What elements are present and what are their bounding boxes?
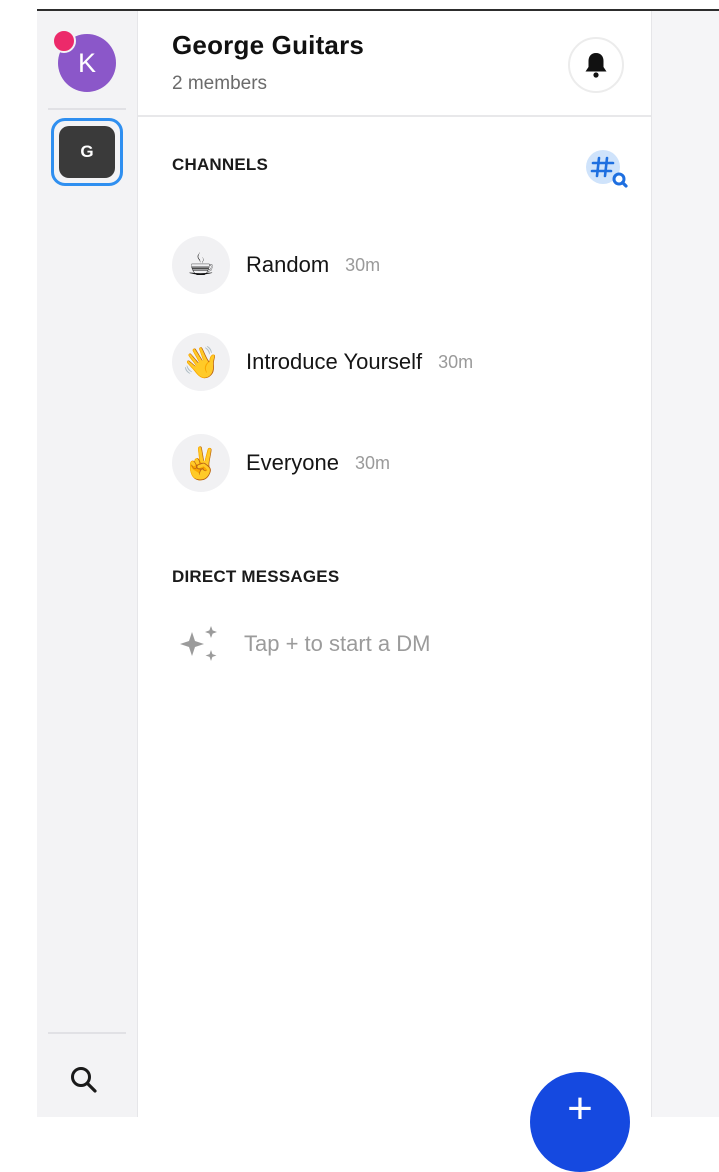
channel-time: 30m <box>354 452 390 473</box>
channels-heading: CHANNELS <box>172 155 269 174</box>
server-title: George Guitars <box>172 30 365 60</box>
server-initial: G <box>80 142 94 161</box>
notifications-button[interactable] <box>568 37 624 93</box>
channel-item-introduce-yourself[interactable]: 👋 Introduce Yourself 30m <box>172 332 632 392</box>
rail-divider <box>48 108 126 110</box>
channel-item-random[interactable]: ☕ Random 30m <box>172 235 632 295</box>
rail-divider-bottom <box>48 1032 126 1034</box>
server-george-guitars[interactable]: G <box>51 118 123 186</box>
channel-time: 30m <box>345 254 381 275</box>
hashtag-search-icon <box>586 150 628 188</box>
coffee-icon: ☕ <box>172 236 230 294</box>
header-divider <box>138 115 651 117</box>
member-count: 2 members <box>172 73 268 94</box>
victory-hand-icon: ✌️ <box>172 434 230 492</box>
search-button[interactable] <box>64 1060 104 1100</box>
channel-item-everyone[interactable]: ✌️ Everyone 30m <box>172 433 632 493</box>
server-icon: G <box>59 126 115 178</box>
notification-dot <box>52 29 76 53</box>
bell-icon <box>585 53 607 78</box>
dm-empty-state: Tap + to start a DM <box>178 622 430 666</box>
profile-initial: K <box>77 47 96 78</box>
channel-name: Introduce Yourself <box>246 349 423 374</box>
content-area <box>652 11 719 1117</box>
direct-messages-heading: DIRECT MESSAGES <box>172 567 340 586</box>
plus-icon: + <box>567 1084 593 1133</box>
sparkles-icon <box>180 626 217 661</box>
dm-empty-text: Tap + to start a DM <box>244 631 431 656</box>
new-message-button[interactable]: + <box>530 1072 630 1172</box>
search-icon <box>71 1067 97 1093</box>
browse-channels-button[interactable] <box>585 148 635 194</box>
channel-name: Everyone <box>246 450 339 475</box>
channel-time: 30m <box>438 351 474 372</box>
server-panel <box>138 11 652 1117</box>
waving-hand-icon: 👋 <box>172 333 230 391</box>
channel-name: Random <box>246 252 330 277</box>
